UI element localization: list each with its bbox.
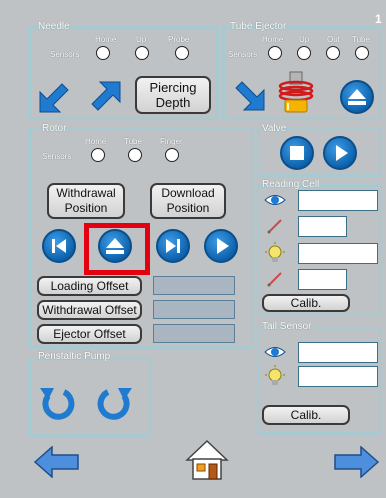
tube-ejector-sensor-out-label: Out bbox=[327, 35, 340, 44]
tube-ejector-sensor-out bbox=[326, 46, 340, 60]
eject-icon bbox=[348, 89, 366, 99]
tube-ejector-sensor-home-label: Home bbox=[262, 35, 284, 44]
tube-ejector-sensor-tube-label: Tube bbox=[352, 35, 370, 44]
arrow-left-icon[interactable] bbox=[34, 446, 80, 478]
loading-offset-button[interactable]: Loading Offset bbox=[37, 276, 142, 296]
tail-sensor-calib-button[interactable]: Calib. bbox=[262, 405, 350, 425]
rotor-sensor-tube-label: Tube bbox=[124, 137, 142, 146]
rotate-ccw-icon[interactable] bbox=[38, 382, 76, 422]
reading-cell-field-2[interactable] bbox=[298, 216, 347, 237]
peristaltic-pump-title: Peristaltic Pump bbox=[38, 351, 111, 362]
play-icon bbox=[217, 238, 229, 254]
skip-forward-button[interactable] bbox=[156, 229, 190, 263]
rotor-sensor-finger bbox=[165, 148, 179, 162]
ejector-offset-button[interactable]: Ejector Offset bbox=[37, 324, 142, 344]
needle-sensor-up-label: Up bbox=[136, 35, 147, 44]
reading-cell-field-4[interactable] bbox=[298, 269, 347, 290]
tail-sensor-eye-field[interactable] bbox=[298, 342, 378, 363]
stop-icon bbox=[290, 146, 304, 160]
ejector-offset-field[interactable] bbox=[153, 324, 235, 343]
tube-ejector-sensors-label: Sensors bbox=[228, 50, 258, 59]
tube-ejector-sensor-up bbox=[297, 46, 311, 60]
reading-cell-calib-button[interactable]: Calib. bbox=[262, 294, 350, 312]
needle-sensor-home-label: Home bbox=[95, 35, 117, 44]
loading-offset-field[interactable] bbox=[153, 276, 235, 295]
tube-ejector-eject-button[interactable] bbox=[340, 80, 374, 114]
eject-icon bbox=[106, 238, 124, 248]
withdrawal-position-button[interactable]: Withdrawal Position bbox=[47, 183, 125, 219]
valve-panel bbox=[257, 127, 382, 177]
pipette-icon bbox=[267, 272, 282, 287]
reading-cell-title: Reading Cell bbox=[262, 179, 320, 190]
withdrawal-offset-field[interactable] bbox=[153, 300, 235, 319]
spring-icon[interactable] bbox=[276, 70, 316, 114]
tube-ejector-title: Tube Ejector bbox=[230, 21, 287, 32]
rotor-sensor-finger-label: Finger bbox=[160, 137, 183, 146]
arrow-down-left-icon[interactable] bbox=[38, 80, 72, 114]
page-number: 1 bbox=[375, 12, 382, 26]
tail-sensor-title: Tail Sensor bbox=[262, 321, 312, 332]
arrow-right-icon[interactable] bbox=[333, 446, 379, 478]
eye-icon bbox=[264, 195, 286, 205]
tail-sensor-bulb-field[interactable] bbox=[298, 366, 378, 387]
home-icon[interactable] bbox=[185, 438, 229, 482]
piercing-depth-button[interactable]: Piercing Depth bbox=[135, 76, 211, 114]
skip-forward-icon bbox=[166, 239, 180, 253]
play-button[interactable] bbox=[204, 229, 238, 263]
rotate-cw-icon[interactable] bbox=[96, 382, 134, 422]
rotor-sensors-label: Sensors bbox=[42, 152, 72, 161]
arrow-down-right-icon[interactable] bbox=[232, 78, 266, 112]
rotor-eject-button[interactable] bbox=[98, 229, 132, 263]
tube-ejector-sensor-tube bbox=[355, 46, 369, 60]
needle-sensor-probe-label: Probe bbox=[168, 35, 190, 44]
reading-cell-eye-field[interactable] bbox=[298, 190, 378, 211]
skip-back-icon bbox=[52, 239, 66, 253]
rotor-sensor-home-label: Home bbox=[85, 137, 107, 146]
skip-back-button[interactable] bbox=[42, 229, 76, 263]
valve-play-button[interactable] bbox=[323, 136, 357, 170]
download-position-button[interactable]: Download Position bbox=[150, 183, 226, 219]
needle-sensors-label: Sensors bbox=[50, 50, 80, 59]
arrow-up-right-icon[interactable] bbox=[88, 80, 122, 114]
needle-sensor-up bbox=[135, 46, 149, 60]
needle-title: Needle bbox=[38, 21, 70, 32]
valve-title: Valve bbox=[262, 123, 287, 134]
needle-sensor-home bbox=[96, 46, 110, 60]
reading-cell-bulb-field[interactable] bbox=[298, 243, 378, 264]
eye-icon bbox=[264, 347, 286, 357]
withdrawal-offset-button[interactable]: Withdrawal Offset bbox=[37, 300, 142, 320]
needle-sensor-probe bbox=[175, 46, 189, 60]
rotor-title: Rotor bbox=[42, 123, 67, 134]
bulb-icon bbox=[265, 242, 285, 262]
tube-ejector-sensor-up-label: Up bbox=[299, 35, 310, 44]
bulb-icon bbox=[265, 365, 285, 385]
rotor-sensor-tube bbox=[128, 148, 142, 162]
pipette-icon bbox=[267, 219, 282, 234]
rotor-sensor-home bbox=[91, 148, 105, 162]
play-icon bbox=[336, 145, 348, 161]
tube-ejector-sensor-home bbox=[268, 46, 282, 60]
valve-stop-button[interactable] bbox=[280, 136, 314, 170]
